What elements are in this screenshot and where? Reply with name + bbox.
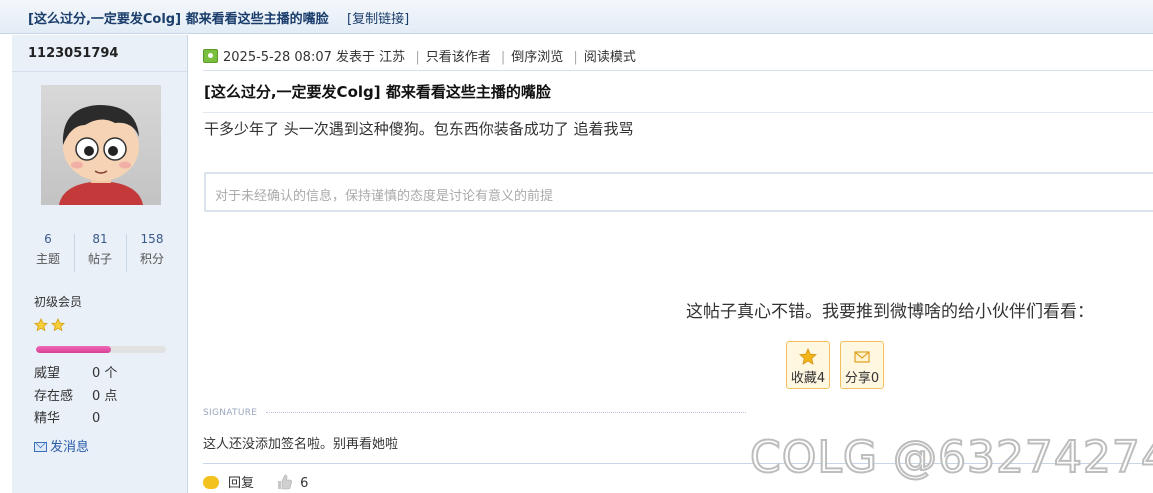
avatar[interactable] — [41, 85, 161, 205]
info-prestige: 威望 0 个 — [34, 362, 117, 381]
author-stats: 6 主题 81 帖子 158 积分 — [12, 230, 188, 278]
notice-text: 对于未经确认的信息，保持谨慎的态度是讨论有意义的前提 — [215, 189, 554, 204]
stat-posts-label: 帖子 — [87, 252, 112, 266]
stat-divider — [126, 234, 127, 272]
stat-points-value: 158 — [140, 232, 164, 246]
post-datetime: 2025-5-28 08:07 — [223, 50, 332, 65]
thread-title-bar: [这么过分,一定要发Colg] 都来看看这些主播的嘴脸 [复制链接] — [0, 0, 1153, 34]
level-progress-fill — [36, 346, 112, 353]
post-title: [这么过分,一定要发Colg] 都来看看这些主播的嘴脸 — [204, 83, 551, 101]
stat-threads-value: 6 — [44, 232, 52, 246]
level-stars — [34, 318, 68, 332]
reply-button[interactable]: 回复 — [228, 476, 254, 491]
username-row: 1123051794 — [12, 35, 187, 72]
mail-icon — [854, 351, 870, 363]
share-button[interactable]: 分享0 — [840, 341, 884, 389]
meta-divider-line — [203, 70, 1153, 71]
envelope-icon — [34, 442, 47, 452]
online-icon — [203, 49, 218, 63]
star-icon — [799, 348, 817, 365]
favorite-label: 收藏4 — [790, 371, 826, 386]
meta-divider: | — [500, 50, 506, 65]
post-meta: 2025-5-28 08:07 发表于 江苏 | 只看该作者 | 倒序浏览 | 阅读模… — [203, 46, 636, 65]
post-body: 干多少年了 头一次遇到这种傻狗。包东西你装备成功了 追着我骂 — [204, 120, 634, 138]
watermark: COLG @63274274 — [749, 431, 1153, 484]
info-prestige-key: 威望 — [34, 366, 61, 381]
signature-divider — [266, 412, 746, 413]
signature-label: SIGNATURE — [203, 408, 258, 418]
only-author-link[interactable]: 只看该作者 — [426, 50, 491, 65]
member-level[interactable]: 初级会员 — [34, 293, 82, 310]
info-presence-key: 存在感 — [34, 389, 74, 404]
stat-threads-label: 主题 — [35, 252, 60, 266]
copy-link-button[interactable]: [复制链接] — [347, 8, 409, 27]
star-icon — [34, 318, 65, 332]
meta-divider: | — [573, 50, 578, 65]
thumbs-up-icon[interactable] — [277, 474, 293, 490]
level-progress-bar — [36, 346, 166, 353]
info-essence: 精华 0 — [34, 407, 100, 426]
send-message-link[interactable]: 发消息 — [34, 436, 89, 455]
author-sidebar: 1123051794 6 主题 81 帖子 158 积分 初级会员 威望 0 个… — [12, 35, 188, 493]
author-username[interactable]: 1123051794 — [28, 46, 118, 61]
share-label: 分享0 — [844, 371, 880, 386]
thread-title: [这么过分,一定要发Colg] 都来看看这些主播的嘴脸 — [28, 12, 329, 27]
favorite-button[interactable]: 收藏4 — [786, 341, 830, 389]
info-presence: 存在感 0 点 — [34, 385, 117, 404]
speech-bubble-icon — [203, 476, 219, 489]
meta-divider: | — [415, 50, 420, 65]
stat-divider — [74, 234, 75, 272]
read-mode-link[interactable]: 阅读模式 — [584, 50, 636, 65]
post-location: 江苏 — [379, 50, 406, 65]
notice-box: 对于未经确认的信息，保持谨慎的态度是讨论有意义的前提 — [204, 172, 1153, 212]
share-prompt: 这帖子真心不错。我要推到微博啥的给小伙伴们看看： — [686, 302, 1094, 322]
send-message-label: 发消息 — [50, 440, 90, 455]
info-essence-value: 0 — [92, 411, 101, 426]
avatar-image — [59, 105, 143, 205]
stat-threads[interactable]: 6 主题 — [26, 230, 70, 270]
signature-text: 这人还没添加签名啦。别再看她啦 — [203, 437, 399, 452]
stat-points-label: 积分 — [139, 252, 164, 266]
reverse-order-link[interactable]: 倒序浏览 — [511, 50, 563, 65]
stat-posts-value: 81 — [92, 232, 108, 246]
info-prestige-value: 0 个 — [92, 366, 118, 381]
like-count: 6 — [300, 476, 309, 491]
info-presence-value: 0 点 — [92, 389, 118, 404]
stat-posts[interactable]: 81 帖子 — [78, 230, 122, 270]
posted-in-label: 发表于 — [336, 50, 376, 65]
info-essence-key: 精华 — [34, 411, 61, 426]
post-actions: 回复 6 — [203, 472, 308, 491]
stat-points[interactable]: 158 积分 — [130, 230, 174, 270]
title-divider-line — [203, 112, 1153, 113]
